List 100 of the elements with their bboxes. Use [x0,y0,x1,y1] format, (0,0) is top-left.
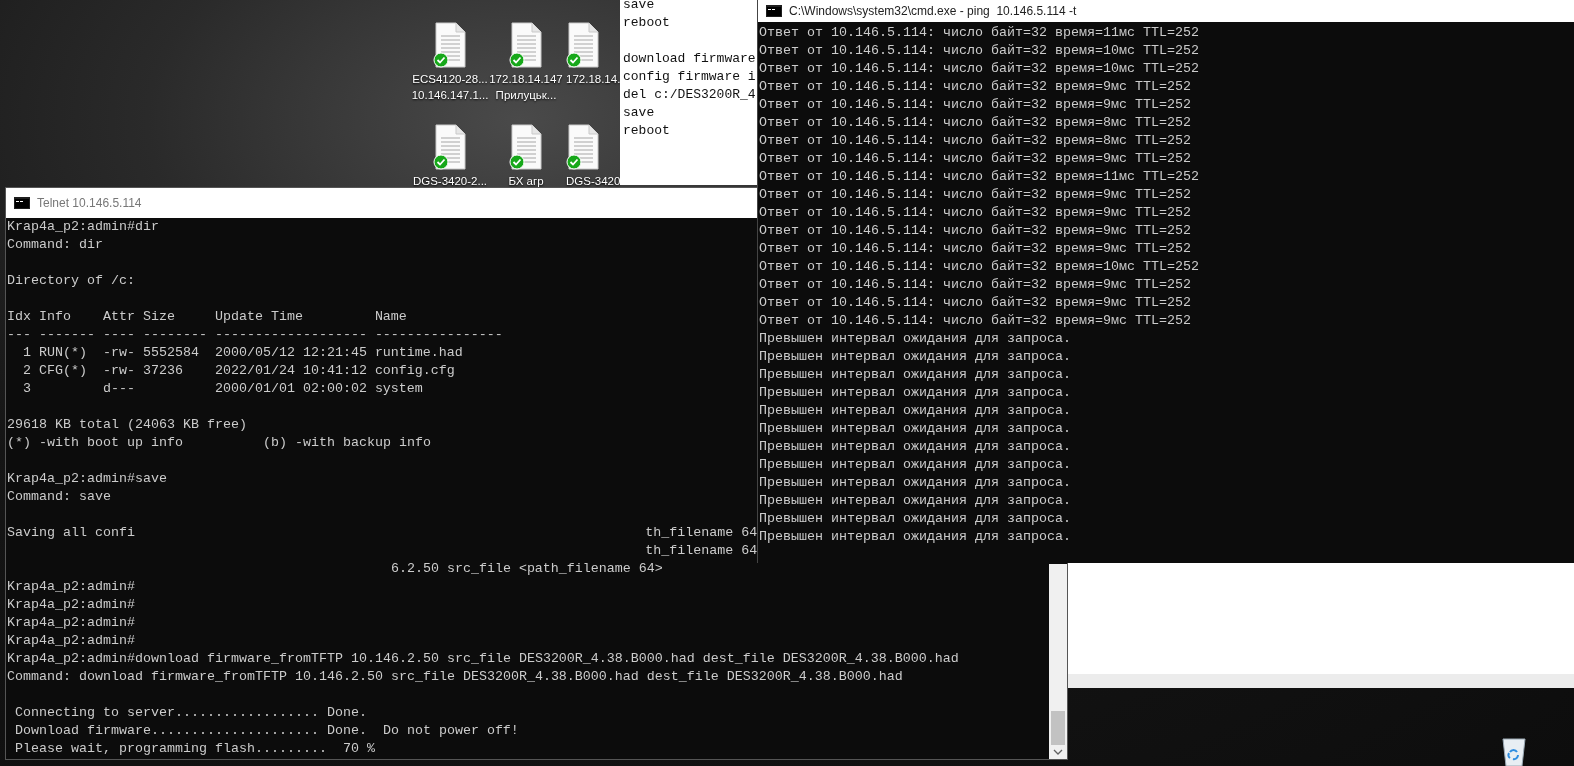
table-cell: 2000/05/12 12:21:45 [214,345,367,360]
table-cell: runtime.had [374,345,463,360]
text-line: download firmware [623,51,756,66]
terminal-line: Ответ от 10.146.5.114: число байт=32 время=9мс TTL=252 [759,295,1191,310]
terminal-line: Превышен интервал ожидания для запроса. [759,457,1071,472]
scrollbar[interactable] [1049,564,1067,759]
legend-text: (*) -with boot up info [7,434,184,452]
terminal-line: Превышен интервал ожидания для запроса. [759,421,1071,436]
separator-dashes: ---- [102,326,136,344]
terminal-line: Command: save [7,489,111,504]
separator-dashes: ---------------- [374,326,503,344]
terminal-line: Превышен интервал ожидания для запроса. [759,385,1071,400]
terminal-line: Krap4a_p2:admin# [7,633,135,648]
document-icon[interactable] [509,22,543,68]
separator-dashes: ------------------- [214,326,368,344]
window-title: C:\Windows\system32\cmd.exe - ping 10.146.5.114 -t [789,4,1077,18]
terminal-line: Krap4a_p2:admin# [7,597,135,612]
file-name[interactable]: 172.18.14. [566,71,621,87]
terminal-line: Ответ от 10.146.5.114: число байт=32 время=9мс TTL=252 [759,313,1191,328]
terminal-line: Ответ от 10.146.5.114: число байт=32 время=11мс TTL=252 [759,169,1199,184]
column-header: Name [374,308,408,326]
file-name[interactable]: DGS-3420-2... [412,173,488,189]
chevron-down-icon[interactable] [1053,749,1063,755]
table-cell: d--- [102,381,135,396]
file-name[interactable]: DGS-3420 [566,173,621,189]
terminal-line: Превышен интервал ожидания для запроса. [759,403,1071,418]
terminal-line: Please wait, programming flash......... 70 % [15,741,375,756]
terminal-line: Превышен интервал ожидания для запроса. [759,511,1071,526]
terminal-line: Ответ от 10.146.5.114: число байт=32 время=8мс TTL=252 [759,115,1191,130]
terminal-line: Ответ от 10.146.5.114: число байт=32 время=9мс TTL=252 [759,151,1191,166]
terminal-line: Ответ от 10.146.5.114: число байт=32 время=10мс TTL=252 [759,43,1199,58]
table-cell: 2 [23,363,31,378]
terminal-line: Krap4a_p2:admin# [7,579,135,594]
terminal-line: Превышен интервал ожидания для запроса. [759,475,1071,490]
document-icon[interactable] [566,124,600,170]
terminal-line: Ответ от 10.146.5.114: число байт=32 время=9мс TTL=252 [759,97,1191,112]
document-icon[interactable] [566,22,600,68]
separator-dashes: -------- [142,326,208,344]
table-cell: 3 [23,381,31,396]
terminal-line: 29618 KB total (24063 KB free) [7,417,247,432]
terminal-line: Ответ от 10.146.5.114: число байт=32 время=9мс TTL=252 [759,187,1191,202]
text-line: save [623,0,655,12]
terminal-line: 6.2.50 src_file <path_filename 64> [390,561,663,576]
terminal-line: Ответ от 10.146.5.114: число байт=32 время=10мс TTL=252 [759,259,1199,274]
terminal-line: Command: dir [7,237,103,252]
terminal-text: th_filename 64 [645,542,758,560]
table-cell: 5552584 [142,345,199,360]
separator-dashes: --- [7,326,32,344]
terminal-line: Krap4a_p2:admin#save [7,471,167,486]
terminal-line: Ответ от 10.146.5.114: число байт=32 время=8мс TTL=252 [759,133,1191,148]
terminal-text: Saving all confi [7,524,135,542]
terminal-line: Command: download firmware_fromTFTP 10.146.2.50 src_file DES3200R_4.38.B000.had dest_file DES3200R_4.38.B000.had [7,669,903,684]
terminal-line: Connecting to server.................. Done. [15,705,367,720]
terminal-line: Ответ от 10.146.5.114: число байт=32 время=9мс TTL=252 [759,241,1191,256]
column-header: Idx [7,308,32,326]
recycle-bin-icon[interactable] [1500,736,1528,766]
column-header: Attr [102,308,136,326]
text-line: save [623,105,655,120]
text-line: config firmware i [623,69,756,84]
table-cell: system [374,381,423,396]
terminal-line: Krap4a_p2:admin#download firmware_fromTFTP 10.146.2.50 src_file DES3200R_4.38.B000.had dest_file DES3200R_4.38.B000.had [7,651,959,666]
terminal-line: Directory of /c: [7,273,135,288]
terminal-line: Ответ от 10.146.5.114: число байт=32 время=9мс TTL=252 [759,223,1191,238]
terminal-line: Krap4a_p2:admin#dir [7,219,159,234]
table-cell: -rw- [102,363,135,378]
window-title: Telnet 10.146.5.114 [37,196,142,210]
terminal-line: Превышен интервал ожидания для запроса. [759,439,1071,454]
document-icon[interactable] [509,124,543,170]
document-icon[interactable] [433,124,467,170]
terminal-line: Ответ от 10.146.5.114: число байт=32 время=9мс TTL=252 [759,79,1191,94]
table-cell: 2022/01/24 10:41:12 [214,363,367,378]
file-name[interactable]: БХ агр [508,173,544,189]
table-cell: config.cfg [374,363,455,378]
terminal-line: Ответ от 10.146.5.114: число байт=32 время=10мс TTL=252 [759,61,1199,76]
terminal-text: th_filename 64 [645,524,758,542]
table-cell: CFG(*) [39,363,87,378]
legend-text: (b) -with backup info [262,434,431,452]
terminal-line: Krap4a_p2:admin# [7,615,135,630]
separator-dashes: ------- [39,326,96,344]
scrollbar-thumb[interactable] [1051,711,1065,745]
file-name[interactable]: 172.18.14.147 Прилуцьк... [489,71,563,103]
column-header: Size [142,308,176,326]
table-cell: 37236 [142,363,183,378]
terminal-line: Ответ от 10.146.5.114: число байт=32 время=11мс TTL=252 [759,25,1199,40]
terminal-line: Превышен интервал ожидания для запроса. [759,367,1071,382]
terminal-line: Ответ от 10.146.5.114: число байт=32 время=9мс TTL=252 [759,205,1191,220]
file-name[interactable]: ECS4120-28... 10.146.147.1... [411,71,489,103]
table-cell: -rw- [102,345,135,360]
text-line: reboot [623,15,670,30]
console-icon [766,5,782,17]
console-icon [14,197,30,209]
document-icon[interactable] [433,22,467,68]
column-header: Info [39,308,72,326]
terminal-line: Превышен интервал ожидания для запроса. [759,529,1071,544]
terminal-line: Download firmware..................... Done. Do not power off! [15,723,519,738]
column-header: Update Time [214,308,304,326]
table-cell: 2000/01/01 02:00:02 [214,381,367,396]
text-line: del c:/DES3200R_4 [623,87,756,102]
table-cell: RUN(*) [39,345,87,360]
table-cell: 1 [23,345,31,360]
